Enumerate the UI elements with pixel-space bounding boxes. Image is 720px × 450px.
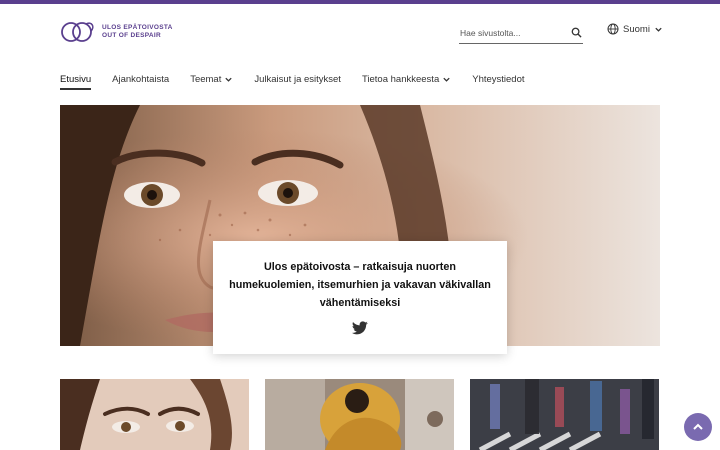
- nav-item-yhteystiedot[interactable]: Yhteystiedot: [472, 70, 524, 88]
- article-card-image: [60, 379, 249, 450]
- nav-item-tietoa-hankkeesta[interactable]: Tietoa hankkeesta: [362, 70, 451, 88]
- nav-item-label: Ajankohtaista: [112, 73, 170, 85]
- chevron-down-icon: [225, 77, 233, 82]
- language-label: Suomi: [623, 23, 650, 35]
- nav-item-label: Etusivu: [60, 73, 92, 85]
- nav-item-etusivu[interactable]: Etusivu: [60, 70, 92, 90]
- main-nav: Etusivu Ajankohtaista Teemat Julkaisut j…: [60, 70, 546, 90]
- nav-item-teemat[interactable]: Teemat: [190, 70, 233, 88]
- twitter-icon[interactable]: [352, 321, 368, 340]
- article-card-3[interactable]: [470, 379, 659, 450]
- language-selector[interactable]: Suomi: [607, 23, 663, 35]
- search-input[interactable]: [459, 27, 559, 38]
- top-accent-stripe: [0, 0, 720, 4]
- logo-mark-icon: [61, 22, 94, 42]
- chevron-up-icon: [693, 423, 703, 430]
- chevron-down-icon: [443, 77, 450, 82]
- nav-item-label: Julkaisut ja esitykset: [254, 73, 341, 85]
- hero-title: Ulos epätoivosta – ratkaisuja nuorten hu…: [229, 261, 491, 309]
- search-box: [459, 22, 583, 44]
- nav-item-ajankohtaista[interactable]: Ajankohtaista: [112, 70, 169, 88]
- nav-item-julkaisut[interactable]: Julkaisut ja esitykset: [254, 70, 341, 88]
- scroll-to-top-button[interactable]: [684, 413, 712, 441]
- chevron-down-icon: [655, 27, 662, 32]
- nav-item-label: Teemat: [190, 73, 222, 85]
- logo-line-fi: ULOS EPÄTOIVOSTA: [102, 24, 173, 31]
- logo-line-en: OUT OF DESPAIR: [102, 32, 161, 39]
- site-logo[interactable]: ULOS EPÄTOIVOSTA OUT OF DESPAIR: [60, 18, 173, 46]
- article-card-image: [470, 379, 659, 450]
- search-icon[interactable]: [569, 26, 583, 40]
- logo-text: ULOS EPÄTOIVOSTA OUT OF DESPAIR: [102, 24, 173, 40]
- article-card-2[interactable]: [265, 379, 454, 450]
- globe-icon: [607, 23, 619, 35]
- hero-card: Ulos epätoivosta – ratkaisuja nuorten hu…: [213, 241, 507, 354]
- article-card-image: [265, 379, 454, 450]
- article-card-1[interactable]: [60, 379, 249, 450]
- nav-item-label: Tietoa hankkeesta: [361, 73, 440, 85]
- nav-item-label: Yhteystiedot: [472, 73, 525, 85]
